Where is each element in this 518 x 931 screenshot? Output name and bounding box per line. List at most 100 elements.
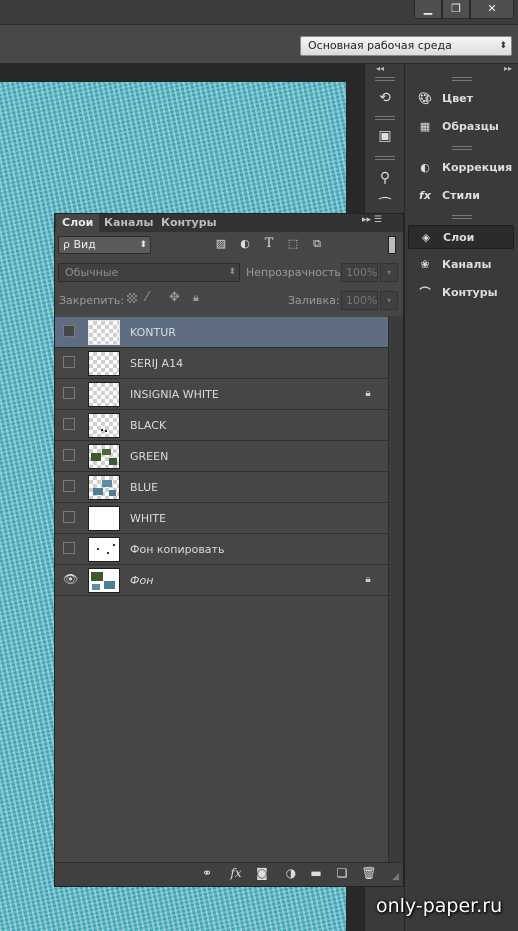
fx-icon[interactable]: fx (228, 864, 244, 882)
lock-transparency-icon[interactable] (127, 293, 137, 303)
close-button[interactable]: ✕ (470, 0, 514, 19)
panel-menu-button[interactable]: ▸▸ ☰ (362, 215, 382, 225)
fx-styles-icon: fx (419, 189, 431, 202)
filter-adjustment-icon[interactable]: ◐ (237, 236, 253, 252)
dock-item-color[interactable]: 🎨︎ Цвет (408, 87, 514, 111)
dock-item-label: Коррекция (442, 161, 513, 174)
layer-row-insignia-white[interactable]: INSIGNIA WHITE 🔒︎ (55, 379, 388, 410)
dock-grip[interactable] (452, 77, 472, 81)
new-adjustment-layer-icon[interactable]: ◑ (283, 864, 299, 882)
layer-list-scrollbar[interactable] (388, 316, 403, 862)
layer-row-white[interactable]: WHITE (55, 503, 388, 534)
dock-item-channels[interactable]: ❀ Каналы (408, 253, 514, 277)
dock-grip[interactable] (375, 116, 395, 120)
fill-input[interactable]: 100% (341, 291, 378, 310)
add-mask-icon[interactable]: ◙ (254, 864, 270, 882)
opacity-input[interactable]: 100% (341, 263, 378, 282)
lock-icon: 🔒︎ (365, 574, 371, 585)
dock-item-layers[interactable]: ◈ Слои (408, 225, 514, 249)
blend-mode-value: Обычные (65, 266, 119, 279)
layer-name: BLUE (130, 481, 159, 494)
layer-row-background[interactable]: 👁︎ Фон 🔒︎ (55, 565, 388, 596)
layer-thumbnail (88, 568, 120, 593)
blend-mode-select[interactable]: Обычные ⬍ (58, 263, 240, 282)
layer-name: BLACK (130, 419, 167, 432)
dock-grip[interactable] (452, 146, 472, 150)
layer-thumbnail (88, 537, 120, 562)
fill-dropdown-icon[interactable]: ▾ (380, 291, 398, 310)
dock-grip[interactable] (375, 77, 395, 81)
dock-collapse-button[interactable]: ◂◂ (376, 64, 384, 73)
watermark-text: only-paper.ru (376, 895, 503, 917)
dock-expand-button[interactable]: ▸▸ (504, 64, 512, 73)
visibility-toggle[interactable] (63, 356, 75, 368)
layer-row-black[interactable]: BLACK (55, 410, 388, 441)
visibility-toggle[interactable] (63, 511, 75, 523)
dock-grip[interactable] (452, 215, 472, 219)
layer-thumbnail (88, 444, 120, 469)
dock-item-label: Образцы (442, 120, 499, 133)
layer-row-background-copy[interactable]: Фон копировать (55, 534, 388, 565)
dock-item-label: Цвет (442, 92, 474, 105)
dock-item-adjustments[interactable]: ◐ Коррекция (408, 156, 514, 180)
lock-all-icon[interactable]: 🔒︎ (193, 291, 199, 305)
visibility-toggle[interactable] (63, 480, 75, 492)
visibility-toggle[interactable] (63, 449, 75, 461)
visibility-toggle[interactable] (63, 325, 75, 337)
layer-row-kontur[interactable]: KONTUR (55, 317, 388, 348)
history-icon[interactable]: ⟲ (372, 86, 398, 110)
palette-icon: 🎨︎ (418, 92, 432, 105)
channels-icon: ❀ (420, 258, 430, 271)
brush-presets-icon[interactable]: ⚲ (372, 166, 398, 190)
select-arrow-icon: ⬍ (228, 267, 236, 277)
layer-name: Фон копировать (130, 543, 225, 556)
adjustments-icon: ◐ (420, 161, 430, 174)
filter-smart-object-icon[interactable]: ⧉ (309, 236, 325, 252)
select-arrow-icon: ⬍ (139, 240, 147, 250)
new-layer-icon[interactable]: ❏ (334, 864, 350, 882)
visibility-toggle[interactable] (63, 418, 75, 430)
minimize-button[interactable]: ▁ (414, 0, 442, 19)
link-layers-icon[interactable]: ⚭ (199, 864, 215, 882)
select-arrow-icon: ⬍ (499, 41, 507, 51)
workspace-label: Основная рабочая среда (308, 39, 452, 52)
workspace-select[interactable]: Основная рабочая среда ⬍ (300, 36, 512, 56)
tab-paths[interactable]: Контуры (155, 214, 223, 232)
eye-icon[interactable]: 👁︎ (63, 573, 78, 585)
restore-button[interactable]: ❐ (442, 0, 470, 19)
dock-item-paths[interactable]: ⌒ Контуры (408, 281, 514, 305)
filter-toggle[interactable] (388, 236, 396, 254)
filter-label: ρ Вид (63, 238, 96, 251)
dock-grip[interactable] (375, 156, 395, 160)
visibility-toggle[interactable] (63, 542, 75, 554)
layer-thumbnail (88, 351, 120, 376)
dock-item-label: Стили (442, 189, 480, 202)
paths-icon: ⌒ (419, 286, 431, 299)
resize-grip-icon[interactable]: ◢ (392, 872, 399, 882)
visibility-toggle[interactable] (63, 387, 75, 399)
lock-position-icon[interactable]: ✥ (169, 290, 180, 305)
fill-label: Заливка: (288, 294, 340, 307)
dock-item-styles[interactable]: fx Стили (408, 184, 514, 208)
lock-icon: 🔒︎ (365, 388, 371, 399)
filter-type-icon[interactable]: T (261, 236, 277, 252)
layer-row-green[interactable]: GREEN (55, 441, 388, 472)
dock-item-swatches[interactable]: ▦ Образцы (408, 115, 514, 139)
tab-channels[interactable]: Каналы (98, 214, 159, 232)
layer-thumbnail (88, 382, 120, 407)
layer-row-serij-a14[interactable]: SERIJ A14 (55, 348, 388, 379)
filter-shape-icon[interactable]: ⬚ (285, 236, 301, 252)
tab-layers[interactable]: Слои (56, 214, 100, 232)
new-group-folder-icon[interactable]: ▬ (308, 864, 324, 882)
lock-pixels-icon[interactable]: ⁄ (146, 290, 148, 305)
filter-pixel-icon[interactable]: ▨ (213, 236, 229, 252)
layer-thumbnail (88, 413, 120, 438)
dock-item-label: Слои (443, 231, 475, 244)
opacity-dropdown-icon[interactable]: ▾ (380, 263, 398, 282)
layer-row-blue[interactable]: BLUE (55, 472, 388, 503)
layer-thumbnail (88, 506, 120, 531)
layer-thumbnail (88, 475, 120, 500)
layer-filter-select[interactable]: ρ Вид ⬍ (58, 236, 151, 254)
trash-icon[interactable]: 🗑︎ (361, 864, 377, 882)
3d-icon[interactable]: ▣ (372, 124, 398, 148)
